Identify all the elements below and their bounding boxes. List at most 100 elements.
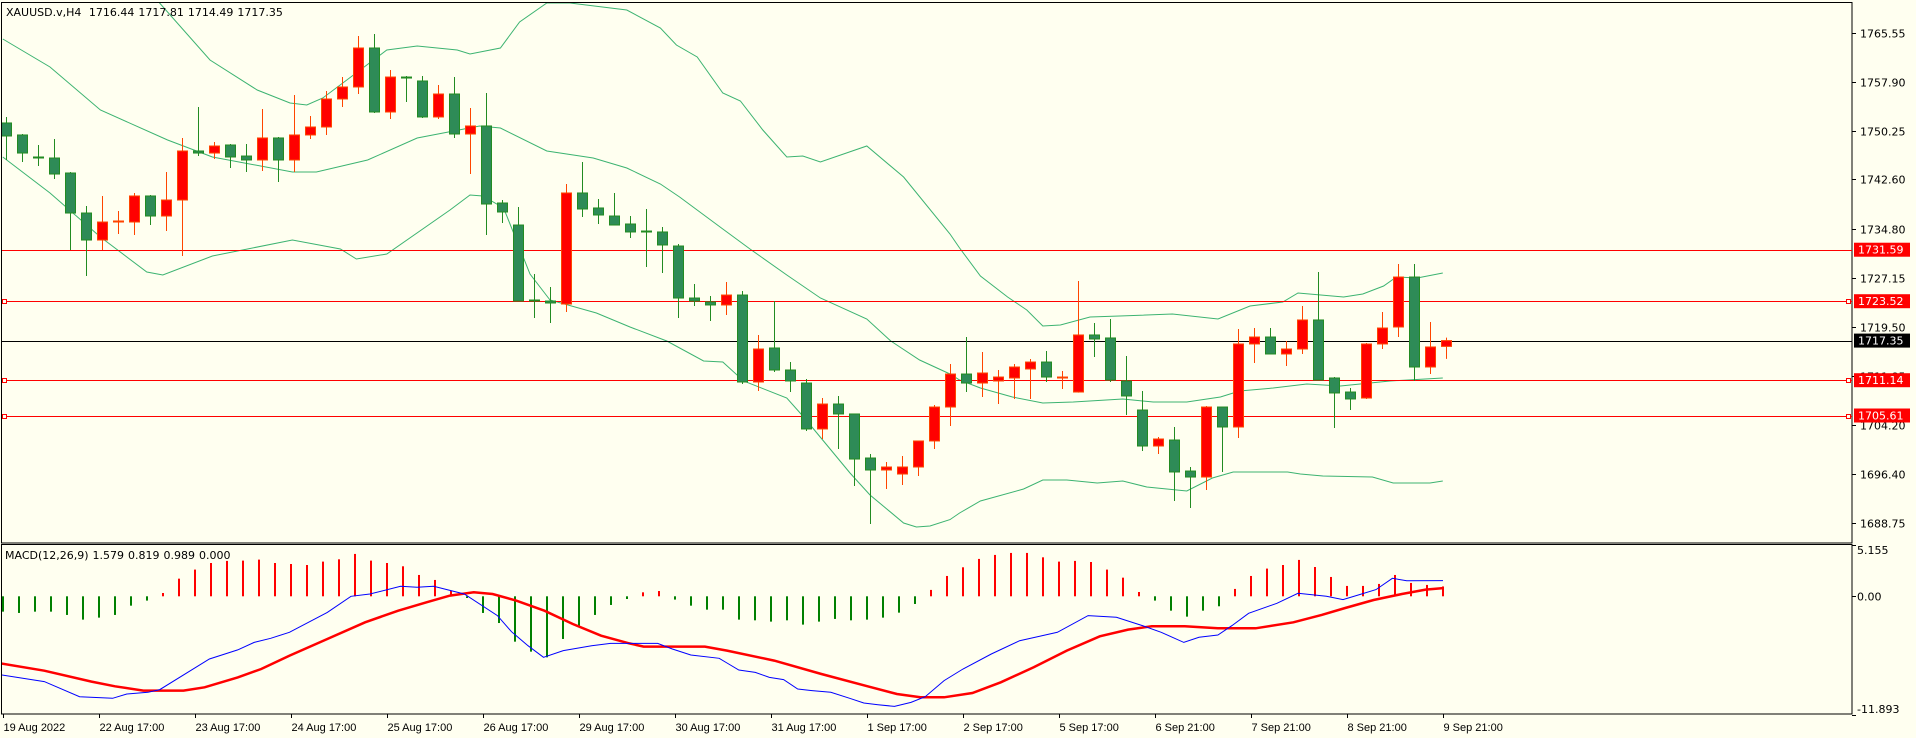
bearish-candle	[1089, 334, 1100, 340]
bullish-candle	[1281, 348, 1292, 355]
bearish-candle	[401, 76, 412, 79]
bullish-candle	[817, 403, 828, 430]
macd-value-4: 0.000	[199, 549, 231, 562]
bearish-candle	[833, 403, 844, 415]
bearish-candle	[849, 413, 860, 460]
bullish-candle	[1153, 438, 1164, 447]
bearish-candle	[769, 347, 780, 371]
price-chart[interactable]: 1765.55 1757.90 1750.25 1742.60 1734.80 1727.…	[0, 0, 1916, 738]
bearish-candle	[1041, 361, 1052, 378]
symbol-label: XAUUSD.v,H4	[6, 6, 82, 19]
price-tick-label: 1688.75	[1860, 518, 1906, 531]
time-tick-label: 26 Aug 17:00	[484, 722, 549, 734]
bullish-candle	[1025, 361, 1036, 370]
bullish-candle	[97, 221, 108, 241]
bearish-candle	[1313, 319, 1324, 381]
level-marker-right[interactable]	[1846, 299, 1851, 304]
bullish-candle	[993, 376, 1004, 382]
time-tick-label: 29 Aug 17:00	[580, 722, 645, 734]
bearish-candle	[609, 215, 620, 226]
price-tag-label: 1705.61	[1858, 410, 1904, 423]
bearish-candle	[705, 301, 716, 306]
bullish-candle	[305, 126, 316, 136]
price-tick-label: 1765.55	[1860, 28, 1906, 41]
price-tick-label: 1719.50	[1860, 322, 1906, 335]
bullish-candle	[1233, 343, 1244, 428]
bearish-candle	[193, 150, 204, 154]
bearish-candle	[481, 125, 492, 205]
open-value: 1716.44	[88, 6, 135, 19]
bullish-candle	[977, 372, 988, 384]
time-tick-label: 30 Aug 17:00	[676, 722, 741, 734]
macd-value-3: 0.989	[163, 549, 196, 562]
bullish-candle	[929, 406, 940, 442]
bearish-candle	[1345, 391, 1356, 400]
bearish-candle	[65, 172, 76, 214]
macd-tick-label: -11.893	[1857, 703, 1899, 716]
macd-header: MACD(12,26,9) 1.579 0.819 0.989 0.000	[5, 549, 235, 562]
time-tick-label: 9 Sep 21:00	[1444, 722, 1503, 734]
bearish-candle	[785, 369, 796, 382]
price-tick-label: 1742.60	[1860, 174, 1906, 187]
bearish-candle	[513, 224, 524, 302]
bearish-candle	[2, 122, 12, 137]
bullish-candle	[353, 47, 364, 88]
bearish-candle	[497, 202, 508, 213]
bearish-candle	[593, 207, 604, 216]
chart-header: XAUUSD.v,H4 1716.44 1717.81 1714.49 1717.35	[6, 6, 287, 19]
bearish-candle	[545, 300, 556, 304]
price-tag-label: 1731.59	[1858, 244, 1904, 257]
level-marker-left[interactable]	[2, 414, 7, 419]
bearish-candle	[529, 299, 540, 302]
bearish-candle	[625, 223, 636, 233]
low-value: 1714.49	[187, 6, 234, 19]
macd-value-2: 0.819	[128, 549, 160, 562]
bullish-candle	[465, 125, 476, 135]
macd-tick-label: 0.00	[1857, 590, 1882, 603]
bullish-candle	[209, 145, 220, 154]
bullish-candle	[913, 440, 924, 468]
bearish-candle	[417, 80, 428, 118]
bearish-candle	[641, 230, 652, 233]
bullish-candle	[945, 373, 956, 408]
level-marker-left[interactable]	[2, 299, 7, 304]
time-tick-label: 6 Sep 21:00	[1156, 722, 1215, 734]
bearish-candle	[1265, 336, 1276, 355]
bearish-candle	[1185, 470, 1196, 478]
bullish-candle	[1057, 376, 1068, 379]
bullish-candle	[1201, 406, 1212, 478]
time-tick-label: 7 Sep 21:00	[1252, 722, 1311, 734]
bullish-candle	[1425, 346, 1436, 368]
time-tick-label: 2 Sep 17:00	[964, 722, 1023, 734]
bullish-candle	[561, 192, 572, 305]
level-marker-right[interactable]	[1846, 378, 1851, 383]
bearish-candle	[1217, 406, 1228, 428]
bullish-candle	[897, 466, 908, 475]
bullish-candle	[1073, 334, 1084, 393]
price-tick-label: 1734.80	[1860, 224, 1906, 237]
bullish-candle	[881, 466, 892, 471]
bullish-candle	[385, 76, 396, 113]
bearish-candle	[17, 134, 28, 154]
bullish-candle	[129, 195, 140, 223]
bearish-candle	[33, 156, 44, 159]
price-tick-label: 1750.25	[1860, 126, 1906, 139]
bearish-candle	[673, 245, 684, 299]
bullish-candle	[337, 86, 348, 100]
bearish-candle	[689, 297, 700, 302]
price-tick-label: 1757.90	[1860, 77, 1906, 90]
close-value: 1717.35	[237, 6, 283, 19]
price-tag-label: 1723.52	[1858, 295, 1904, 308]
macd-value-1: 1.579	[92, 549, 125, 562]
level-marker-right[interactable]	[1846, 414, 1851, 419]
bearish-candle	[1169, 439, 1180, 473]
bearish-candle	[369, 47, 380, 113]
price-tick-label: 1696.40	[1860, 469, 1906, 482]
bullish-candle	[1361, 343, 1372, 399]
macd-tick-label: 5.155	[1857, 544, 1889, 557]
bullish-candle	[113, 220, 124, 223]
time-tick-label: 24 Aug 17:00	[292, 722, 357, 734]
level-marker-left[interactable]	[2, 378, 7, 383]
time-tick-label: 25 Aug 17:00	[388, 722, 453, 734]
bullish-candle	[1249, 336, 1260, 345]
